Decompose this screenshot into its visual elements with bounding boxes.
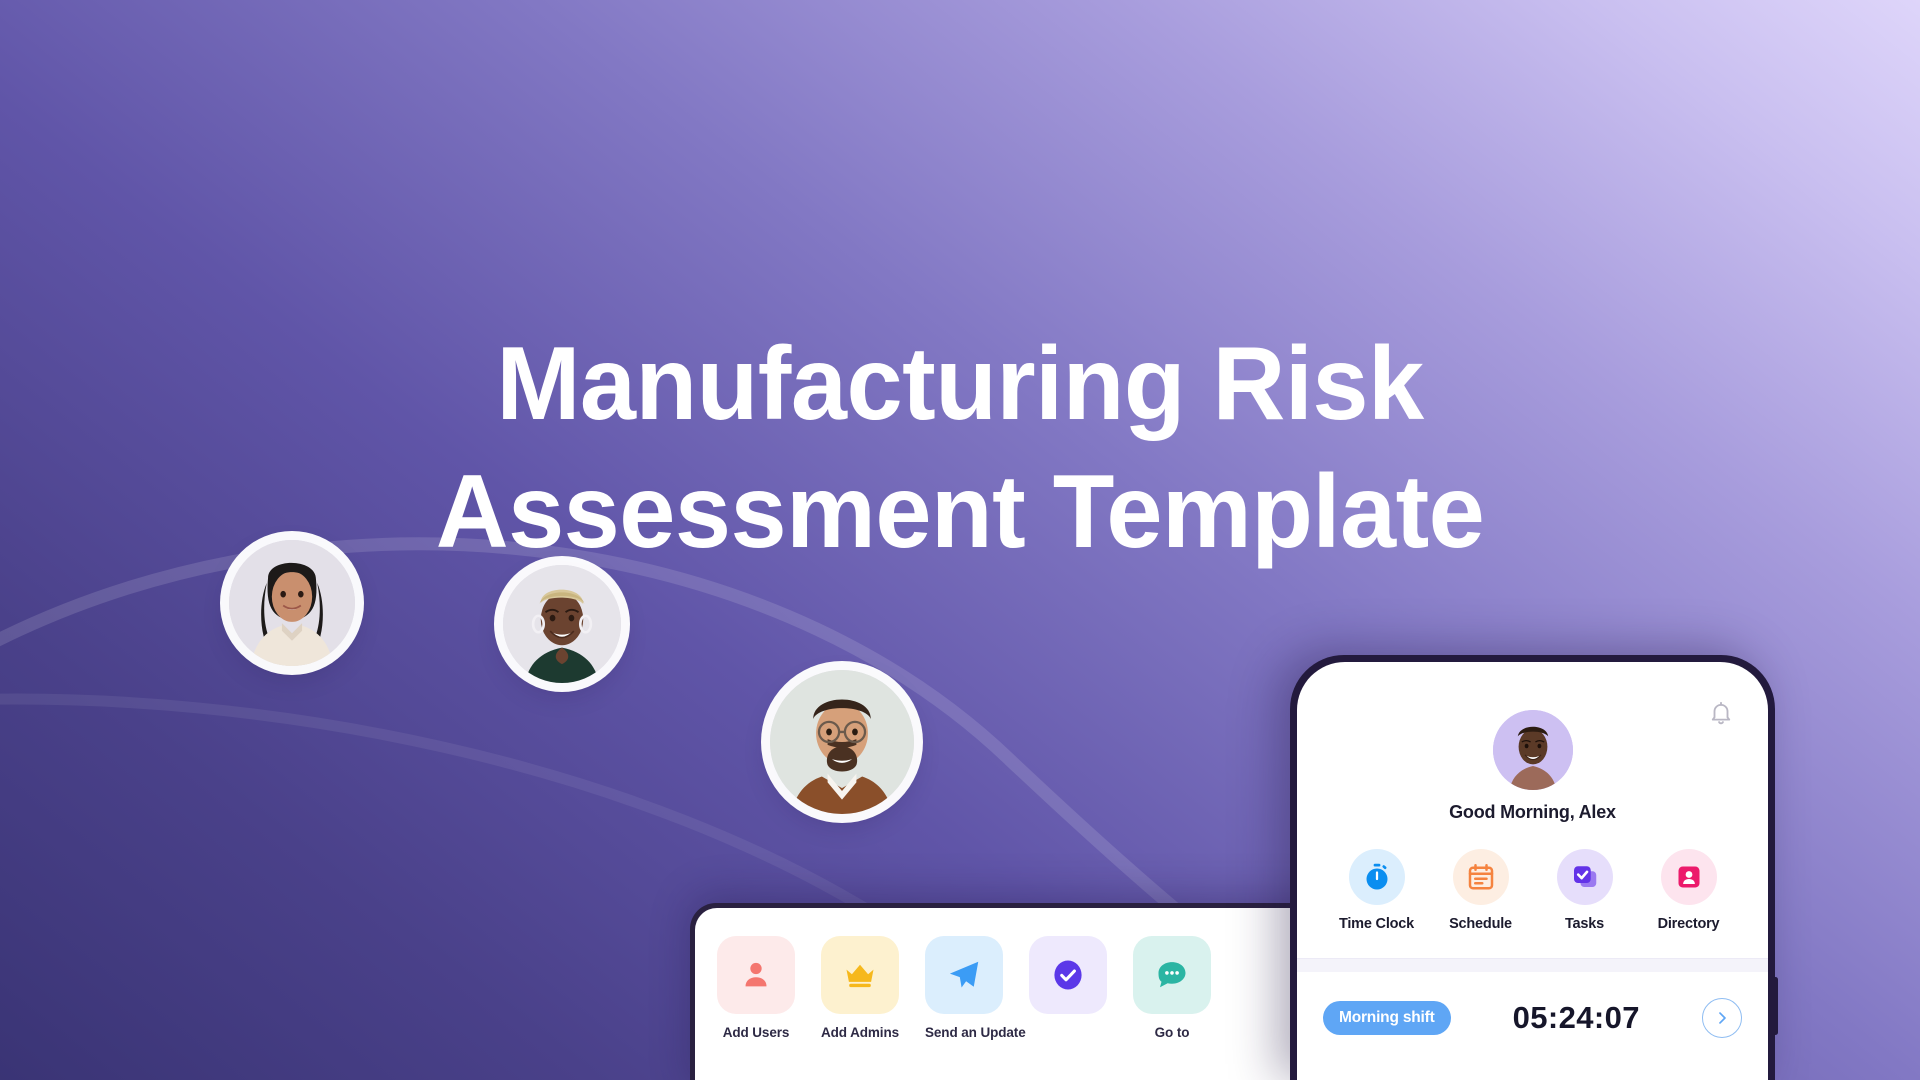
tasks-icon-bg	[1556, 849, 1613, 905]
hero-banner: Manufacturing Risk Assessment Template A…	[0, 0, 1920, 1080]
greeting-text: Good Morning, Alex	[1449, 802, 1616, 822]
go-to-chat-tile-label: Go to	[1154, 1025, 1190, 1040]
calendar-icon	[1468, 864, 1493, 890]
go-to-chat-tile-bg	[1133, 936, 1211, 1014]
task-check-icon	[1573, 866, 1596, 887]
elapsed-timer: 05:24:07	[1512, 1000, 1640, 1035]
page-title: Manufacturing Risk Assessment Template	[29, 320, 1891, 576]
stopwatch-icon	[1366, 863, 1387, 890]
schedule-icon-bg	[1452, 849, 1509, 905]
page-title-line-1: Manufacturing Risk	[496, 325, 1424, 442]
phone-greeting-block: Good Morning, Alex	[1297, 662, 1768, 823]
person-avatar-2	[503, 565, 621, 683]
tablet-action-tiles: Add Users Add Admins Send an Update Go t…	[695, 908, 1345, 1040]
crown-icon	[846, 964, 874, 988]
time-clock-card: Morning shift 05:24:07	[1297, 972, 1768, 1038]
tablet-screen: Add Users Add Admins Send an Update Go t…	[695, 908, 1345, 1080]
phone-screen: Good Morning, Alex Time Clock Schedule T…	[1297, 662, 1768, 1080]
chevron-right-icon	[1719, 1012, 1726, 1024]
tablet-tile-approve[interactable]	[1029, 936, 1107, 1040]
person-avatar-1	[229, 540, 355, 666]
schedule-label: Schedule	[1449, 916, 1512, 932]
chat-bubble-icon	[1158, 962, 1186, 988]
tablet-tile-send-update[interactable]: Send an Update	[925, 936, 1026, 1040]
contact-card-icon	[1678, 866, 1699, 888]
bell-icon	[1711, 701, 1731, 725]
add-users-tile-label: Add Users	[722, 1025, 790, 1040]
app-shortcut-schedule[interactable]: Schedule	[1440, 849, 1522, 932]
clock-detail-button[interactable]	[1702, 998, 1742, 1038]
phone-mockup: Good Morning, Alex Time Clock Schedule T…	[1290, 655, 1778, 1080]
tablet-tile-add-admins[interactable]: Add Admins	[821, 936, 899, 1040]
tablet-tile-go-to-chat[interactable]: Go to	[1133, 936, 1211, 1040]
section-divider	[1297, 958, 1768, 972]
phone-app-shortcuts: Time Clock Schedule Tasks Directory	[1297, 823, 1768, 932]
approve-tile-bg	[1029, 936, 1107, 1014]
tasks-label: Tasks	[1564, 916, 1605, 932]
tablet-mockup: Add Users Add Admins Send an Update Go t…	[690, 903, 1350, 1080]
paper-plane-icon	[949, 961, 979, 988]
time-clock-icon-bg	[1348, 849, 1405, 905]
person-avatar-3	[770, 670, 914, 814]
notifications-button[interactable]	[1708, 700, 1734, 731]
add-admins-tile-label: Add Admins	[821, 1025, 899, 1040]
add-users-tile-bg	[717, 936, 795, 1014]
person-icon	[745, 962, 767, 987]
send-update-tile-bg	[925, 936, 1003, 1014]
time-clock-label: Time Clock	[1338, 916, 1415, 932]
shift-badge[interactable]: Morning shift	[1323, 1001, 1451, 1035]
app-shortcut-tasks[interactable]: Tasks	[1544, 849, 1626, 932]
send-update-tile-label: Send an Update	[925, 1025, 1026, 1040]
check-circle-icon	[1054, 960, 1082, 990]
app-shortcut-time-clock[interactable]: Time Clock	[1336, 849, 1418, 932]
tablet-tile-add-users[interactable]: Add Users	[717, 936, 795, 1040]
directory-icon-bg	[1660, 849, 1717, 905]
phone-power-button[interactable]	[1773, 977, 1778, 1035]
avatar[interactable]	[1492, 710, 1573, 790]
app-shortcut-directory[interactable]: Directory	[1648, 849, 1730, 932]
add-admins-tile-bg	[821, 936, 899, 1014]
directory-label: Directory	[1657, 916, 1720, 932]
